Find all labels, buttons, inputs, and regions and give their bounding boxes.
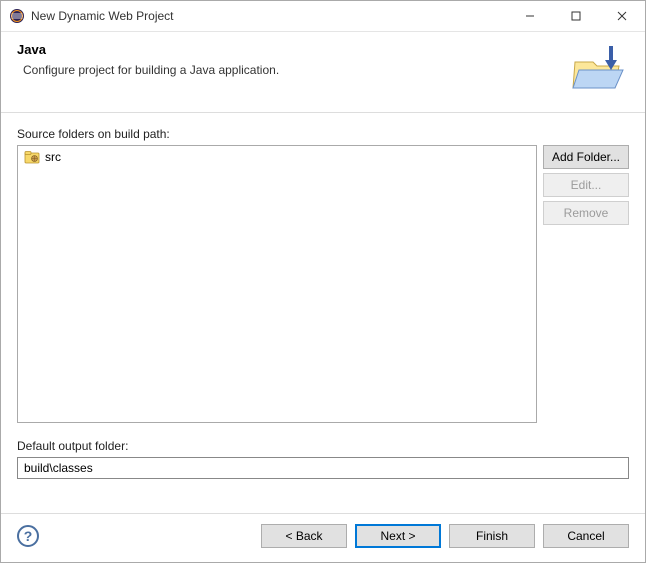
eclipse-icon	[9, 8, 25, 24]
dialog-window: New Dynamic Web Project Java Configure p…	[0, 0, 646, 563]
wizard-footer: ? < Back Next > Finish Cancel	[1, 513, 645, 562]
output-folder-section: Default output folder:	[17, 433, 629, 479]
output-folder-input[interactable]	[17, 457, 629, 479]
list-item[interactable]: src	[18, 146, 536, 168]
window-controls	[507, 1, 645, 31]
source-folders-list[interactable]: src	[17, 145, 537, 423]
help-button[interactable]: ?	[17, 525, 39, 547]
close-icon	[617, 11, 627, 21]
list-item-label: src	[45, 150, 61, 164]
cancel-button[interactable]: Cancel	[543, 524, 629, 548]
page-description: Configure project for building a Java ap…	[23, 63, 561, 77]
add-folder-button[interactable]: Add Folder...	[543, 145, 629, 169]
maximize-icon	[571, 11, 581, 21]
wizard-header-text: Java Configure project for building a Ja…	[17, 42, 561, 77]
window-title: New Dynamic Web Project	[31, 9, 507, 23]
wizard-content: Source folders on build path: src	[1, 113, 645, 483]
help-icon: ?	[24, 528, 33, 544]
wizard-header: Java Configure project for building a Ja…	[1, 32, 645, 113]
package-folder-icon	[24, 150, 40, 164]
close-button[interactable]	[599, 1, 645, 31]
back-button[interactable]: < Back	[261, 524, 347, 548]
wizard-banner-icon	[569, 42, 629, 92]
maximize-button[interactable]	[553, 1, 599, 31]
next-button[interactable]: Next >	[355, 524, 441, 548]
minimize-icon	[525, 11, 535, 21]
output-folder-label: Default output folder:	[17, 439, 629, 453]
edit-button: Edit...	[543, 173, 629, 197]
source-folders-row: src Add Folder... Edit... Remove	[17, 145, 629, 423]
wizard-nav-buttons: < Back Next > Finish Cancel	[261, 524, 629, 548]
finish-button[interactable]: Finish	[449, 524, 535, 548]
source-folders-label: Source folders on build path:	[17, 127, 629, 141]
page-title: Java	[17, 42, 561, 57]
source-side-buttons: Add Folder... Edit... Remove	[543, 145, 629, 423]
minimize-button[interactable]	[507, 1, 553, 31]
titlebar: New Dynamic Web Project	[1, 1, 645, 32]
remove-button: Remove	[543, 201, 629, 225]
